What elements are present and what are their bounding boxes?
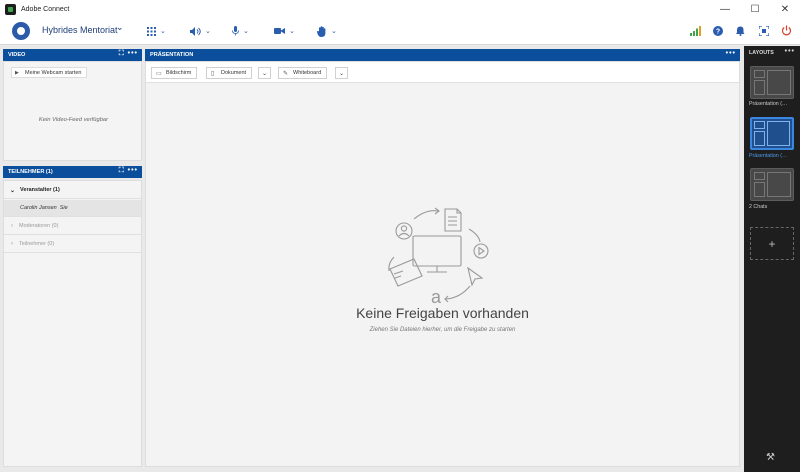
more-options-icon[interactable]: •••	[128, 167, 138, 174]
document-dropdown-button[interactable]: ⌄	[258, 67, 271, 79]
connect-logo-icon	[12, 22, 30, 40]
video-panel-controls: ⛶ •••	[119, 50, 138, 58]
video-panel-title: VIDEO	[8, 52, 26, 58]
share-whiteboard-button[interactable]: ✎ Whiteboard	[278, 67, 328, 79]
layout-thumbnail-active[interactable]	[750, 117, 794, 150]
title-bar: Adobe Connect — ☐ ✕	[0, 0, 800, 18]
microphone-menu-button[interactable]: ⌄	[232, 23, 249, 39]
layout-thumbnail[interactable]	[750, 168, 794, 201]
video-panel: Meine Webcam starten Kein Video-Feed ver…	[3, 61, 142, 161]
share-illustration-icon: a	[388, 207, 489, 305]
attendee-self-tag: Sie	[59, 205, 68, 211]
more-options-icon[interactable]: •••	[726, 50, 736, 57]
chevron-right-icon: ›	[11, 223, 13, 229]
speaker-icon	[190, 26, 201, 36]
whiteboard-dropdown-button[interactable]: ⌄	[335, 67, 348, 79]
layouts-title: LAYOUTS	[749, 49, 774, 56]
group-presenters[interactable]: › Moderatoren (0)	[4, 218, 141, 235]
camera-menu-button[interactable]: ⌄	[274, 23, 295, 39]
window-title: Adobe Connect	[21, 5, 70, 13]
group-label: Veranstalter (1)	[20, 187, 60, 193]
maximize-pod-icon[interactable]: ⛶	[119, 167, 125, 174]
share-document-button[interactable]: ▯ Dokument	[206, 67, 253, 79]
maximize-pod-icon[interactable]: ⛶	[119, 50, 125, 57]
more-options-icon[interactable]: •••	[785, 48, 795, 55]
attendees-panel: ⌄ Veranstalter (1) Carolin Jansen Sie › …	[3, 180, 142, 467]
empty-state-title: Keine Freigaben vorhanden	[356, 305, 529, 321]
fullscreen-icon[interactable]	[759, 26, 769, 36]
attendees-panel-header: TEILNEHMER (1) ⛶ •••	[3, 166, 142, 178]
chevron-down-icon: ⌄	[331, 28, 337, 35]
attendees-panel-controls: ⛶ •••	[119, 167, 138, 175]
attendee-row[interactable]: Carolin Jansen Sie	[4, 200, 141, 217]
app-logo-icon	[5, 3, 16, 15]
layout-thumbnail[interactable]	[750, 66, 794, 99]
attendees-panel-title: TEILNEHMER (1)	[8, 169, 53, 175]
speaker-menu-button[interactable]: ⌄	[190, 23, 211, 39]
share-screen-label: Bildschirm	[166, 70, 192, 76]
microphone-icon	[232, 26, 239, 36]
group-participants[interactable]: › Teilnehmer (0)	[4, 236, 141, 253]
chevron-down-icon: ⌄	[160, 28, 166, 35]
monitor-icon: ▭	[156, 71, 162, 77]
more-options-icon[interactable]: •••	[128, 50, 138, 57]
chevron-down-icon: ⌄	[243, 28, 249, 35]
help-icon[interactable]: ?	[713, 26, 723, 36]
layouts-sidebar: LAYOUTS ••• Präsentation (… Präsentation…	[744, 46, 800, 472]
layouts-header: LAYOUTS •••	[744, 46, 800, 59]
layout-label[interactable]: 2 Chats	[749, 204, 797, 210]
group-label: Teilnehmer (0)	[19, 241, 55, 247]
minimize-button[interactable]: —	[710, 0, 740, 18]
adobe-connect-window: Adobe Connect — ☐ ✕ Hybrides Mentoriat ⌄…	[0, 0, 800, 472]
chevron-down-icon: ⌄	[289, 28, 295, 35]
raise-hand-menu-button[interactable]: ⌄	[317, 23, 337, 39]
chevron-down-icon: ⌄	[10, 187, 16, 194]
attendee-name: Carolin Jansen	[20, 205, 57, 211]
tools-icon[interactable]: ⚒	[766, 452, 775, 463]
group-label: Moderatoren (0)	[19, 223, 59, 229]
no-video-feed-text: Kein Video-Feed verfügbar	[38, 117, 109, 123]
video-panel-header: VIDEO ⛶ •••	[3, 49, 142, 61]
layout-label-active[interactable]: Präsentation (…	[749, 153, 797, 159]
presentation-panel-header: PRÄSENTATION •••	[145, 49, 740, 61]
share-whiteboard-label: Whiteboard	[293, 70, 322, 76]
document-icon: ▯	[211, 71, 215, 77]
hand-icon	[317, 25, 326, 37]
whiteboard-icon: ✎	[283, 71, 289, 77]
svg-text:a: a	[431, 287, 442, 305]
maximize-button[interactable]: ☐	[740, 0, 770, 18]
svg-text:?: ?	[716, 29, 720, 36]
camera-icon	[274, 28, 285, 34]
power-icon[interactable]	[781, 25, 792, 36]
signal-bars-icon[interactable]	[690, 26, 701, 36]
room-name[interactable]: Hybrides Mentoriat	[42, 25, 118, 35]
presentation-panel-title: PRÄSENTATION	[150, 52, 194, 58]
grid-icon	[147, 26, 156, 36]
share-screen-button[interactable]: ▭ Bildschirm	[151, 67, 198, 79]
empty-state-subtitle: Ziehen Sie Dateien hierher, um die Freig…	[369, 327, 516, 333]
close-button[interactable]: ✕	[770, 0, 800, 18]
chevron-down-icon: ⌄	[205, 28, 211, 35]
start-webcam-button[interactable]: Meine Webcam starten	[11, 67, 88, 78]
room-menu-chevron-icon[interactable]: ⌄	[116, 22, 124, 33]
apps-menu-button[interactable]: ⌄	[147, 23, 166, 39]
bell-icon[interactable]	[736, 26, 745, 36]
presentation-panel: ▭ Bildschirm ▯ Dokument ⌄ ✎ Whiteboard ⌄	[145, 61, 740, 467]
chevron-right-icon: ›	[11, 241, 13, 247]
bottom-strip	[0, 467, 744, 472]
share-document-label: Dokument	[221, 70, 247, 76]
layout-label[interactable]: Präsentation (…	[749, 101, 797, 107]
add-layout-button[interactable]: +	[750, 227, 794, 260]
share-toolbar: ▭ Bildschirm ▯ Dokument ⌄ ✎ Whiteboard ⌄	[146, 62, 739, 83]
group-hosts[interactable]: ⌄ Veranstalter (1)	[4, 182, 141, 199]
app-toolbar: Hybrides Mentoriat ⌄ ⌄ ⌄ ⌄ ⌄ ⌄ ?	[0, 18, 800, 45]
